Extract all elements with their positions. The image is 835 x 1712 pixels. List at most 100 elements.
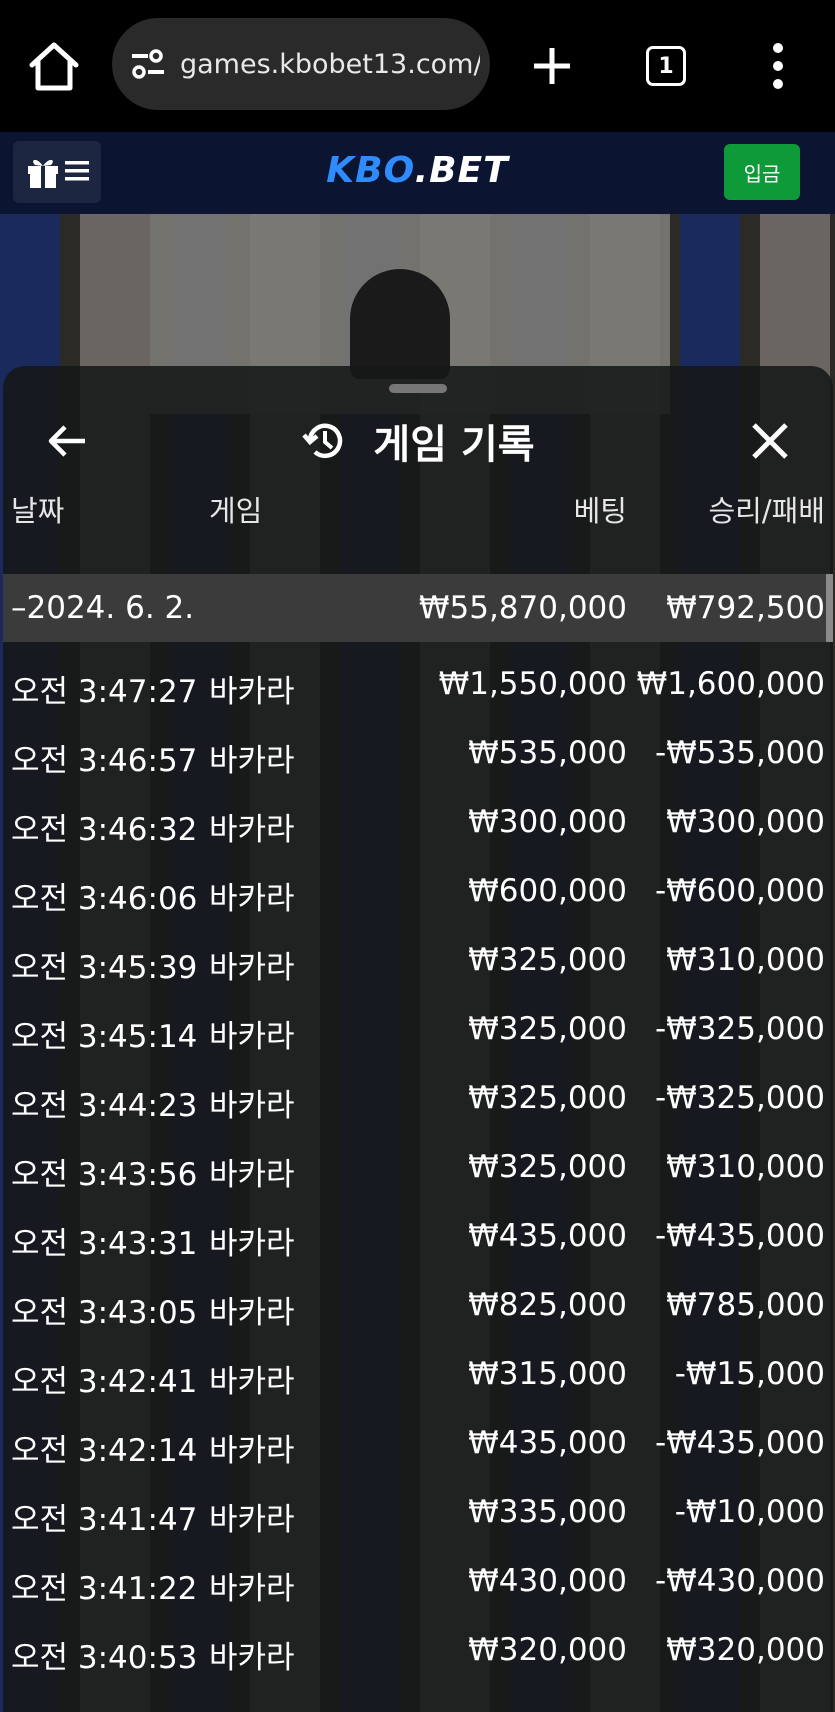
history-row[interactable]: 오전 3:40:53 바카라 ₩320,000 ₩320,000 <box>3 1618 833 1687</box>
row-game: 바카라 <box>209 1019 295 1055</box>
row-win-loss: -₩430,000 <box>654 1563 825 1599</box>
row-time: 오전 3:43:05 <box>11 1295 198 1331</box>
column-header-win-loss: 승리/패배 <box>708 494 826 528</box>
history-row[interactable]: 오전 3:41:22 바카라 ₩430,000 -₩430,000 <box>3 1549 833 1618</box>
row-bet: ₩325,000 <box>468 1011 627 1047</box>
game-history-sheet: 게임 기록 날짜 게임 베팅 승리/패배 –2024. 6. 2. ₩55,87… <box>3 366 833 1712</box>
history-row[interactable]: 오전 3:46:06 바카라 ₩600,000 -₩600,000 <box>3 859 833 928</box>
row-bet: ₩300,000 <box>468 804 627 840</box>
row-bet: ₩335,000 <box>468 1494 627 1530</box>
row-win-loss: ₩310,000 <box>666 1149 825 1185</box>
row-time: 오전 3:47:27 <box>11 674 198 710</box>
history-row[interactable]: 오전 3:46:57 바카라 ₩535,000 -₩535,000 <box>3 721 833 790</box>
row-time: 오전 3:46:06 <box>11 881 198 917</box>
sheet-header: 게임 기록 <box>3 412 833 470</box>
row-win-loss: ₩1,600,000 <box>636 666 825 702</box>
row-game: 바카라 <box>209 1295 295 1331</box>
row-time: 오전 3:42:14 <box>11 1433 198 1469</box>
row-bet: ₩320,000 <box>468 1632 627 1668</box>
row-win-loss: -₩10,000 <box>674 1494 825 1530</box>
row-game: 바카라 <box>209 1157 295 1193</box>
row-time: 오전 3:46:32 <box>11 812 198 848</box>
scrollbar[interactable] <box>826 574 833 642</box>
history-row[interactable]: 오전 3:42:14 바카라 ₩435,000 -₩435,000 <box>3 1411 833 1480</box>
row-win-loss: -₩325,000 <box>654 1011 825 1047</box>
row-bet: ₩325,000 <box>468 1080 627 1116</box>
group-bet-total: ₩55,870,000 <box>418 590 627 626</box>
row-win-loss: ₩785,000 <box>666 1287 825 1323</box>
deposit-button[interactable]: 입금 <box>724 144 800 200</box>
row-win-loss: ₩300,000 <box>666 804 825 840</box>
row-win-loss: -₩435,000 <box>654 1425 825 1461</box>
row-bet: ₩600,000 <box>468 873 627 909</box>
site-header: KBO.BET 입금 <box>0 132 835 214</box>
site-logo[interactable]: KBO.BET <box>0 150 835 191</box>
row-game: 바카라 <box>209 881 295 917</box>
row-bet: ₩435,000 <box>468 1425 627 1461</box>
row-game: 바카라 <box>209 1502 295 1538</box>
row-time: 오전 3:41:22 <box>11 1571 198 1607</box>
row-win-loss: -₩600,000 <box>654 873 825 909</box>
date-group-row[interactable]: –2024. 6. 2. ₩55,870,000 ₩792,500 <box>3 574 833 642</box>
browser-toolbar: games.kbobet13.com/ 1 <box>0 0 835 132</box>
row-game: 바카라 <box>209 674 295 710</box>
row-win-loss: -₩15,000 <box>674 1356 825 1392</box>
tab-switcher-button[interactable]: 1 <box>646 46 686 86</box>
url-text: games.kbobet13.com/ <box>180 48 480 80</box>
more-vert-icon[interactable] <box>768 40 788 92</box>
group-date: –2024. 6. 2. <box>11 590 195 626</box>
row-bet: ₩825,000 <box>468 1287 627 1323</box>
row-game: 바카라 <box>209 1226 295 1262</box>
row-time: 오전 3:45:39 <box>11 950 198 986</box>
row-bet: ₩325,000 <box>468 1149 627 1185</box>
row-win-loss: ₩310,000 <box>666 942 825 978</box>
column-header-bet: 베팅 <box>573 494 627 528</box>
row-game: 바카라 <box>209 1088 295 1124</box>
row-time: 오전 3:40:53 <box>11 1640 198 1676</box>
column-header-date: 날짜 <box>11 494 65 528</box>
history-row[interactable]: 오전 3:45:39 바카라 ₩325,000 ₩310,000 <box>3 928 833 997</box>
row-time: 오전 3:43:31 <box>11 1226 198 1262</box>
address-bar[interactable]: games.kbobet13.com/ <box>112 18 490 110</box>
site-settings-icon[interactable] <box>128 44 168 84</box>
row-game: 바카라 <box>209 950 295 986</box>
group-win-loss-total: ₩792,500 <box>666 590 825 626</box>
sheet-title: 게임 기록 <box>373 422 535 468</box>
row-bet: ₩535,000 <box>468 735 627 771</box>
history-row[interactable]: 오전 3:46:32 바카라 ₩300,000 ₩300,000 <box>3 790 833 859</box>
row-time: 오전 3:44:23 <box>11 1088 198 1124</box>
row-time: 오전 3:43:56 <box>11 1157 198 1193</box>
history-row[interactable]: 오전 3:45:14 바카라 ₩325,000 -₩325,000 <box>3 997 833 1066</box>
history-list: 오전 3:47:27 바카라 ₩1,550,000 ₩1,600,000 오전 3:4… <box>3 652 833 1687</box>
row-bet: ₩435,000 <box>468 1218 627 1254</box>
row-win-loss: -₩435,000 <box>654 1218 825 1254</box>
history-row[interactable]: 오전 3:43:56 바카라 ₩325,000 ₩310,000 <box>3 1135 833 1204</box>
dealer-figure <box>350 269 450 379</box>
row-bet: ₩325,000 <box>468 942 627 978</box>
history-row[interactable]: 오전 3:42:41 바카라 ₩315,000 -₩15,000 <box>3 1342 833 1411</box>
column-header-game: 게임 <box>209 494 263 528</box>
history-row[interactable]: 오전 3:47:27 바카라 ₩1,550,000 ₩1,600,000 <box>3 652 833 721</box>
row-time: 오전 3:45:14 <box>11 1019 198 1055</box>
history-row[interactable]: 오전 3:41:47 바카라 ₩335,000 -₩10,000 <box>3 1480 833 1549</box>
history-row[interactable]: 오전 3:43:05 바카라 ₩825,000 ₩785,000 <box>3 1273 833 1342</box>
history-row[interactable]: 오전 3:43:31 바카라 ₩435,000 -₩435,000 <box>3 1204 833 1273</box>
new-tab-icon[interactable] <box>528 36 576 96</box>
close-icon[interactable] <box>747 418 793 464</box>
row-game: 바카라 <box>209 1433 295 1469</box>
row-game: 바카라 <box>209 1640 295 1676</box>
history-icon <box>302 423 343 458</box>
row-game: 바카라 <box>209 1571 295 1607</box>
row-game: 바카라 <box>209 743 295 779</box>
row-win-loss: -₩535,000 <box>654 735 825 771</box>
history-row[interactable]: 오전 3:44:23 바카라 ₩325,000 -₩325,000 <box>3 1066 833 1135</box>
sheet-drag-handle[interactable] <box>389 384 447 393</box>
home-icon[interactable] <box>26 38 82 94</box>
row-win-loss: ₩320,000 <box>666 1632 825 1668</box>
row-time: 오전 3:41:47 <box>11 1502 198 1538</box>
row-game: 바카라 <box>209 812 295 848</box>
row-bet: ₩1,550,000 <box>438 666 627 702</box>
row-time: 오전 3:46:57 <box>11 743 198 779</box>
row-time: 오전 3:42:41 <box>11 1364 198 1400</box>
row-game: 바카라 <box>209 1364 295 1400</box>
